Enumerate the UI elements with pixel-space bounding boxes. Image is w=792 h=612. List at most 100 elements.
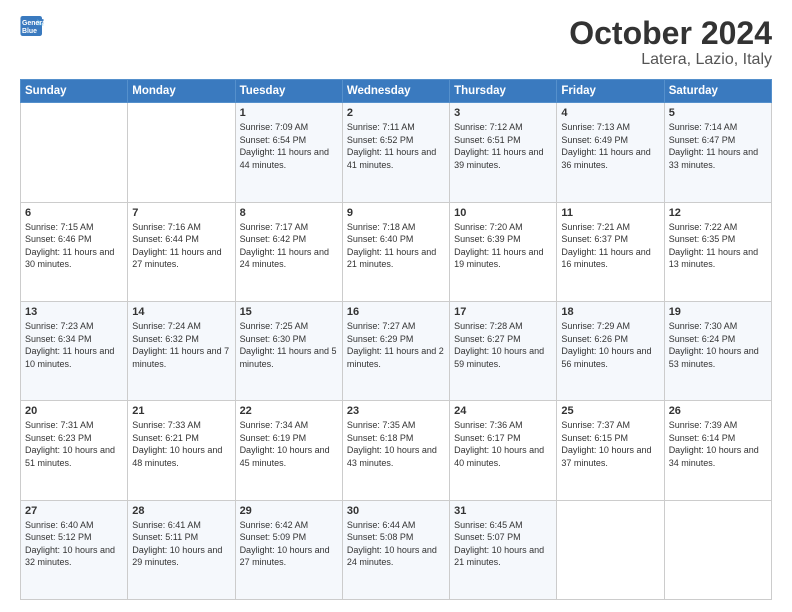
calendar-cell: 20Sunrise: 7:31 AM Sunset: 6:23 PM Dayli… — [21, 401, 128, 500]
logo-icon: General Blue — [20, 16, 44, 36]
day-number: 9 — [347, 207, 445, 219]
day-info: Sunrise: 7:23 AM Sunset: 6:34 PM Dayligh… — [25, 320, 123, 370]
day-number: 1 — [240, 107, 338, 119]
calendar-cell: 16Sunrise: 7:27 AM Sunset: 6:29 PM Dayli… — [342, 301, 449, 400]
weekday-header-row: SundayMondayTuesdayWednesdayThursdayFrid… — [21, 80, 772, 103]
day-info: Sunrise: 7:22 AM Sunset: 6:35 PM Dayligh… — [669, 221, 767, 271]
day-info: Sunrise: 6:44 AM Sunset: 5:08 PM Dayligh… — [347, 519, 445, 569]
day-number: 24 — [454, 405, 552, 417]
calendar-cell: 3 Sunrise: 7:12 AM Sunset: 6:51 PM Daylig… — [450, 103, 557, 202]
weekday-header-wednesday: Wednesday — [342, 80, 449, 103]
weekday-header-sunday: Sunday — [21, 80, 128, 103]
day-number: 18 — [561, 306, 659, 318]
calendar-cell — [128, 103, 235, 202]
day-number: 31 — [454, 505, 552, 517]
day-number: 7 — [132, 207, 230, 219]
day-info: Sunrise: 7:35 AM Sunset: 6:18 PM Dayligh… — [347, 419, 445, 469]
day-number: 19 — [669, 306, 767, 318]
calendar-cell — [664, 500, 771, 599]
calendar-week-3: 13 Sunrise: 7:23 AM Sunset: 6:34 PM Dayli… — [21, 301, 772, 400]
calendar-title: October 2024 — [569, 16, 772, 51]
day-info: Sunrise: 7:14 AM Sunset: 6:47 PM Dayligh… — [669, 121, 767, 171]
calendar-subtitle: Latera, Lazio, Italy — [569, 51, 772, 69]
day-info: Sunrise: 7:33 AM Sunset: 6:21 PM Dayligh… — [132, 419, 230, 469]
day-number: 20 — [25, 405, 123, 417]
day-number: 8 — [240, 207, 338, 219]
calendar-cell: 11 Sunrise: 7:21 AM Sunset: 6:37 PM Dayli… — [557, 202, 664, 301]
calendar-cell: 9 Sunrise: 7:18 AM Sunset: 6:40 PM Daylig… — [342, 202, 449, 301]
day-info: Sunrise: 7:37 AM Sunset: 6:15 PM Dayligh… — [561, 419, 659, 469]
day-number: 10 — [454, 207, 552, 219]
day-info: Sunrise: 7:12 AM Sunset: 6:51 PM Dayligh… — [454, 121, 552, 171]
weekday-header-thursday: Thursday — [450, 80, 557, 103]
calendar-cell: 17 Sunrise: 7:28 AM Sunset: 6:27 PM Dayli… — [450, 301, 557, 400]
day-number: 14 — [132, 306, 230, 318]
calendar-cell: 28Sunrise: 6:41 AM Sunset: 5:11 PM Dayli… — [128, 500, 235, 599]
day-info: Sunrise: 6:42 AM Sunset: 5:09 PM Dayligh… — [240, 519, 338, 569]
day-info: Sunrise: 7:24 AM Sunset: 6:32 PM Dayligh… — [132, 320, 230, 370]
calendar-cell: 5 Sunrise: 7:14 AM Sunset: 6:47 PM Daylig… — [664, 103, 771, 202]
day-number: 21 — [132, 405, 230, 417]
day-number: 3 — [454, 107, 552, 119]
day-info: Sunrise: 7:29 AM Sunset: 6:26 PM Dayligh… — [561, 320, 659, 370]
calendar-week-4: 20Sunrise: 7:31 AM Sunset: 6:23 PM Dayli… — [21, 401, 772, 500]
calendar-week-5: 27 Sunrise: 6:40 AM Sunset: 5:12 PM Dayli… — [21, 500, 772, 599]
day-info: Sunrise: 7:27 AM Sunset: 6:29 PM Dayligh… — [347, 320, 445, 370]
calendar-cell — [21, 103, 128, 202]
calendar-week-1: 1 Sunrise: 7:09 AM Sunset: 6:54 PM Daylig… — [21, 103, 772, 202]
day-info: Sunrise: 6:41 AM Sunset: 5:11 PM Dayligh… — [132, 519, 230, 569]
day-info: Sunrise: 7:11 AM Sunset: 6:52 PM Dayligh… — [347, 121, 445, 171]
calendar-cell: 30 Sunrise: 6:44 AM Sunset: 5:08 PM Dayli… — [342, 500, 449, 599]
calendar-cell — [557, 500, 664, 599]
day-number: 26 — [669, 405, 767, 417]
day-info: Sunrise: 7:20 AM Sunset: 6:39 PM Dayligh… — [454, 221, 552, 271]
day-number: 13 — [25, 306, 123, 318]
calendar-cell: 23 Sunrise: 7:35 AM Sunset: 6:18 PM Dayli… — [342, 401, 449, 500]
day-info: Sunrise: 6:40 AM Sunset: 5:12 PM Dayligh… — [25, 519, 123, 569]
calendar-page: General Blue October 2024 Latera, Lazio,… — [0, 0, 792, 612]
day-number: 22 — [240, 405, 338, 417]
calendar-cell: 29 Sunrise: 6:42 AM Sunset: 5:09 PM Dayli… — [235, 500, 342, 599]
weekday-header-monday: Monday — [128, 80, 235, 103]
day-info: Sunrise: 7:13 AM Sunset: 6:49 PM Dayligh… — [561, 121, 659, 171]
day-info: Sunrise: 7:15 AM Sunset: 6:46 PM Dayligh… — [25, 221, 123, 271]
day-info: Sunrise: 7:36 AM Sunset: 6:17 PM Dayligh… — [454, 419, 552, 469]
weekday-header-saturday: Saturday — [664, 80, 771, 103]
calendar-cell: 6Sunrise: 7:15 AM Sunset: 6:46 PM Daylig… — [21, 202, 128, 301]
calendar-cell: 19 Sunrise: 7:30 AM Sunset: 6:24 PM Dayli… — [664, 301, 771, 400]
day-info: Sunrise: 7:39 AM Sunset: 6:14 PM Dayligh… — [669, 419, 767, 469]
calendar-header: SundayMondayTuesdayWednesdayThursdayFrid… — [21, 80, 772, 103]
calendar-cell: 21 Sunrise: 7:33 AM Sunset: 6:21 PM Dayli… — [128, 401, 235, 500]
day-number: 12 — [669, 207, 767, 219]
calendar-cell: 27 Sunrise: 6:40 AM Sunset: 5:12 PM Dayli… — [21, 500, 128, 599]
calendar-cell: 22 Sunrise: 7:34 AM Sunset: 6:19 PM Dayli… — [235, 401, 342, 500]
calendar-cell: 18 Sunrise: 7:29 AM Sunset: 6:26 PM Dayli… — [557, 301, 664, 400]
svg-text:General: General — [22, 20, 44, 27]
day-info: Sunrise: 7:09 AM Sunset: 6:54 PM Dayligh… — [240, 121, 338, 171]
day-number: 5 — [669, 107, 767, 119]
day-info: Sunrise: 7:28 AM Sunset: 6:27 PM Dayligh… — [454, 320, 552, 370]
calendar-cell: 7 Sunrise: 7:16 AM Sunset: 6:44 PM Daylig… — [128, 202, 235, 301]
day-number: 30 — [347, 505, 445, 517]
day-number: 27 — [25, 505, 123, 517]
day-number: 17 — [454, 306, 552, 318]
calendar-cell: 1 Sunrise: 7:09 AM Sunset: 6:54 PM Daylig… — [235, 103, 342, 202]
weekday-header-friday: Friday — [557, 80, 664, 103]
calendar-cell: 10 Sunrise: 7:20 AM Sunset: 6:39 PM Dayli… — [450, 202, 557, 301]
day-number: 29 — [240, 505, 338, 517]
day-info: Sunrise: 7:21 AM Sunset: 6:37 PM Dayligh… — [561, 221, 659, 271]
calendar-body: 1 Sunrise: 7:09 AM Sunset: 6:54 PM Daylig… — [21, 103, 772, 600]
calendar-cell: 15Sunrise: 7:25 AM Sunset: 6:30 PM Dayli… — [235, 301, 342, 400]
day-number: 23 — [347, 405, 445, 417]
day-info: Sunrise: 7:18 AM Sunset: 6:40 PM Dayligh… — [347, 221, 445, 271]
day-info: Sunrise: 7:30 AM Sunset: 6:24 PM Dayligh… — [669, 320, 767, 370]
svg-text:Blue: Blue — [22, 28, 37, 35]
day-info: Sunrise: 7:16 AM Sunset: 6:44 PM Dayligh… — [132, 221, 230, 271]
calendar-cell: 14 Sunrise: 7:24 AM Sunset: 6:32 PM Dayli… — [128, 301, 235, 400]
day-info: Sunrise: 7:17 AM Sunset: 6:42 PM Dayligh… — [240, 221, 338, 271]
day-number: 11 — [561, 207, 659, 219]
day-number: 15 — [240, 306, 338, 318]
day-number: 25 — [561, 405, 659, 417]
day-info: Sunrise: 7:34 AM Sunset: 6:19 PM Dayligh… — [240, 419, 338, 469]
calendar-cell: 4Sunrise: 7:13 AM Sunset: 6:49 PM Daylig… — [557, 103, 664, 202]
